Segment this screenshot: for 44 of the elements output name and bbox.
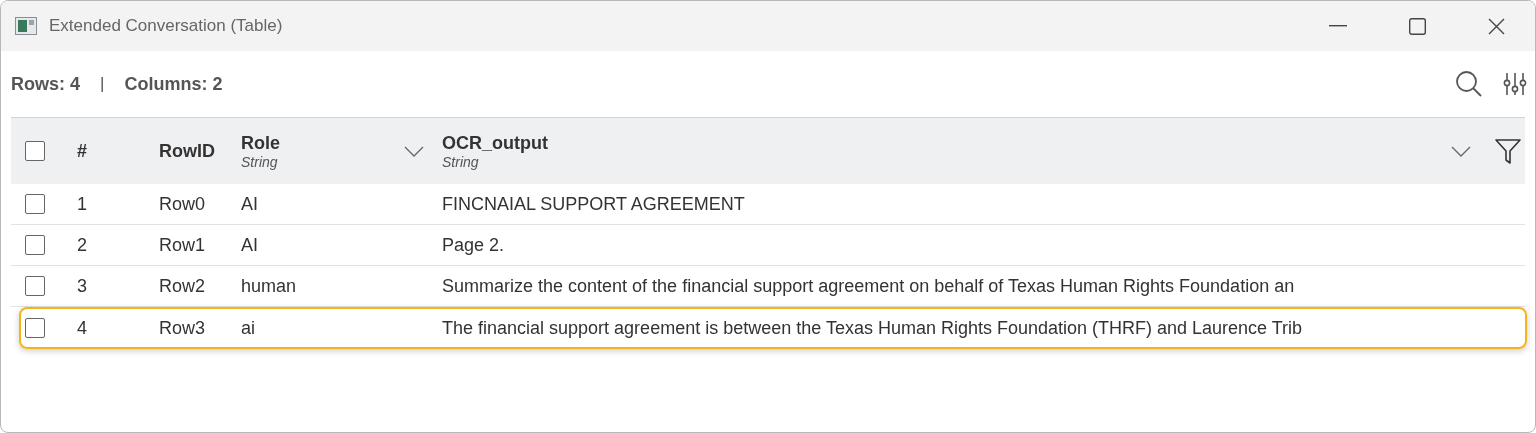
table-cell: Row3 (159, 317, 206, 339)
table-cell: human (241, 275, 297, 297)
table-cell: Page 2. (442, 234, 505, 256)
separator: | (100, 74, 105, 94)
table-app-icon (15, 17, 37, 35)
table-cell: Row0 (159, 193, 206, 215)
table-cell: Row1 (159, 234, 206, 256)
close-icon[interactable] (1488, 17, 1505, 35)
table-cell: 2 (77, 234, 87, 256)
row-checkbox[interactable] (25, 235, 45, 255)
maximize-icon[interactable] (1409, 17, 1426, 35)
column-header[interactable]: RowID (159, 140, 215, 162)
settings-icon[interactable] (1503, 72, 1527, 96)
column-type: String (442, 153, 480, 170)
table-cell: Row2 (159, 275, 206, 297)
column-type: String (241, 153, 279, 170)
window-title: Extended Conversation (Table) (49, 16, 283, 36)
table-cell: FINCNAIAL SUPPORT AGREEMENT (442, 193, 745, 215)
table-cell: 1 (77, 193, 87, 215)
table-row[interactable]: 4 Row3 ai The financial support agreement is between the Texas Human Rights Foundation (THRF) and Laurence Trib (19, 307, 1527, 349)
row-count: Rows: 4 (11, 73, 80, 95)
search-icon[interactable] (1455, 70, 1483, 98)
row-checkbox[interactable] (25, 194, 45, 214)
table-row[interactable]: 3 Row2 human Summarize the content of the financial support agreement on behalf of Texas Human Rights Foundation an (11, 266, 1525, 307)
table-cell: AI (241, 193, 258, 215)
column-header[interactable]: Role (241, 132, 280, 154)
table-cell: ai (241, 317, 255, 339)
row-checkbox[interactable] (25, 276, 45, 296)
table-row[interactable]: 2 Row1 AI Page 2. (11, 225, 1525, 266)
chevron-down-icon[interactable] (1451, 145, 1471, 157)
minimize-icon[interactable] (1329, 25, 1347, 27)
column-count: Columns: 2 (124, 73, 223, 95)
column-header[interactable]: # (77, 140, 87, 162)
column-header[interactable]: OCR_output (442, 132, 548, 154)
table-cell: Summarize the content of the financial support agreement on behalf of Texas Human Rights Foundation an (442, 275, 1295, 297)
table-cell: The financial support agreement is between the Texas Human Rights Foundation (THRF) and Laurence Trib (442, 317, 1303, 339)
select-all-checkbox[interactable] (25, 141, 45, 161)
table-cell: 4 (77, 317, 87, 339)
row-checkbox[interactable] (25, 318, 45, 338)
filter-icon[interactable] (1495, 138, 1521, 164)
table-cell: AI (241, 234, 258, 256)
table-row[interactable]: 1 Row0 AI FINCNAIAL SUPPORT AGREEMENT (11, 184, 1525, 225)
chevron-down-icon[interactable] (404, 145, 424, 157)
table-cell: 3 (77, 275, 87, 297)
